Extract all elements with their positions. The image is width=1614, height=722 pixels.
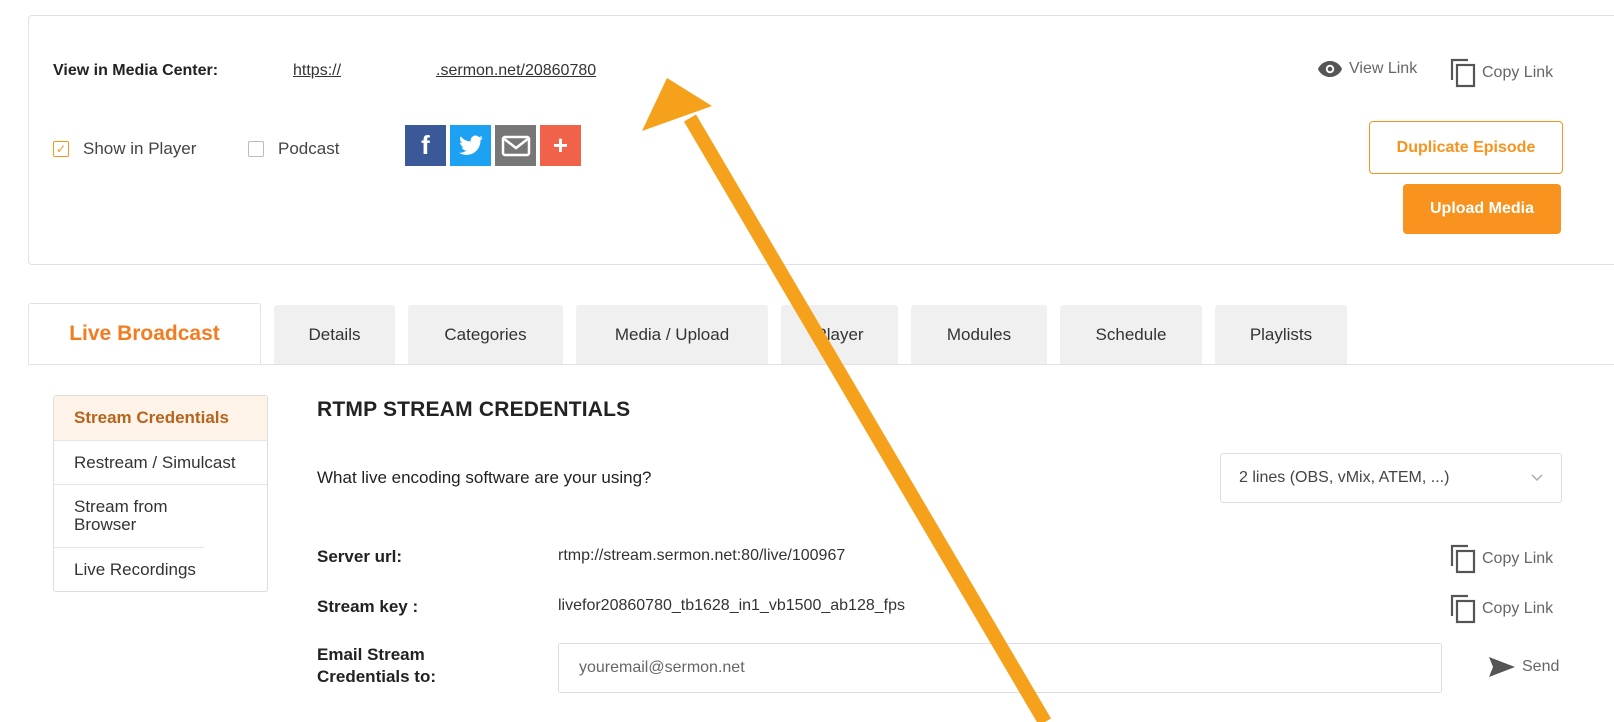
copy-icon <box>1450 594 1476 624</box>
rtmp-section-title: RTMP STREAM CREDENTIALS <box>317 398 631 421</box>
tab-categories[interactable]: Categories <box>408 305 563 364</box>
copy-link-label: Copy Link <box>1482 600 1554 617</box>
copy-link-label: Copy Link <box>1482 64 1554 81</box>
facebook-icon[interactable]: f <box>405 125 446 166</box>
copy-link-button-top[interactable]: Copy Link <box>1450 58 1553 88</box>
encoding-software-value: 2 lines (OBS, vMix, ATEM, ...) <box>1239 469 1450 486</box>
tab-playlists[interactable]: Playlists <box>1215 305 1347 364</box>
email-credentials-label: Email Stream Credentials to: <box>317 645 437 686</box>
sidebar-item-restream-simulcast[interactable]: Restream / Simulcast <box>54 441 267 485</box>
url-suffix: .sermon.net/20860780 <box>436 62 597 79</box>
tab-media-upload[interactable]: Media / Upload <box>576 305 768 364</box>
show-in-player-checkbox[interactable]: ✓ Show in Player <box>53 139 196 159</box>
encoding-software-question: What live encoding software are your usi… <box>317 468 652 487</box>
twitter-icon[interactable] <box>450 125 491 166</box>
share-plus-icon[interactable]: + <box>540 125 581 166</box>
social-share-bar: f + <box>405 125 581 166</box>
tab-schedule[interactable]: Schedule <box>1060 305 1202 364</box>
copy-server-url-button[interactable]: Copy Link <box>1450 544 1553 574</box>
upload-media-button[interactable]: Upload Media <box>1403 184 1561 234</box>
send-email-button[interactable]: Send <box>1488 655 1559 679</box>
email-icon[interactable] <box>495 125 536 166</box>
podcast-checkbox[interactable]: Podcast <box>248 139 339 159</box>
show-in-player-label: Show in Player <box>83 139 197 158</box>
chevron-down-icon <box>1531 474 1543 482</box>
sidebar-item-stream-credentials[interactable]: Stream Credentials <box>54 396 267 441</box>
sidebar-item-live-recordings[interactable]: Live Recordings <box>54 548 267 591</box>
copy-icon <box>1450 58 1476 88</box>
checkbox-unchecked-icon <box>248 141 264 157</box>
copy-icon <box>1450 544 1476 574</box>
encoding-software-select[interactable]: 2 lines (OBS, vMix, ATEM, ...) <box>1220 453 1562 503</box>
sidebar-item-stream-from-browser[interactable]: Stream from Browser <box>54 485 204 548</box>
media-center-label: View in Media Center: <box>53 62 219 79</box>
url-prefix: https:// <box>293 62 342 79</box>
email-credentials-input[interactable] <box>558 643 1442 693</box>
tab-player[interactable]: Player <box>781 305 898 364</box>
view-link-label: View Link <box>1349 60 1418 77</box>
tab-details[interactable]: Details <box>274 305 395 364</box>
tab-modules[interactable]: Modules <box>911 305 1047 364</box>
server-url-label: Server url: <box>317 547 403 566</box>
podcast-label: Podcast <box>278 139 340 158</box>
stream-key-value: livefor20860780_tb1628_in1_vb1500_ab128_… <box>558 597 905 614</box>
checkbox-checked-icon: ✓ <box>53 141 69 157</box>
tabs-baseline <box>28 364 1614 365</box>
media-center-url[interactable]: https:// .sermon.net/20860780 <box>293 62 596 80</box>
stream-sidebar: Stream Credentials Restream / Simulcast … <box>53 395 268 592</box>
stream-key-label: Stream key : <box>317 597 419 616</box>
redacted-subdomain <box>341 63 437 78</box>
send-icon <box>1488 655 1516 679</box>
copy-stream-key-button[interactable]: Copy Link <box>1450 594 1553 624</box>
copy-link-label: Copy Link <box>1482 550 1554 567</box>
server-url-value: rtmp://stream.sermon.net:80/live/100967 <box>558 547 846 564</box>
duplicate-episode-button[interactable]: Duplicate Episode <box>1369 121 1563 174</box>
eye-icon <box>1317 60 1343 78</box>
send-label: Send <box>1522 658 1560 675</box>
tab-live-broadcast[interactable]: Live Broadcast <box>28 303 261 364</box>
view-link-button[interactable]: View Link <box>1317 60 1417 78</box>
